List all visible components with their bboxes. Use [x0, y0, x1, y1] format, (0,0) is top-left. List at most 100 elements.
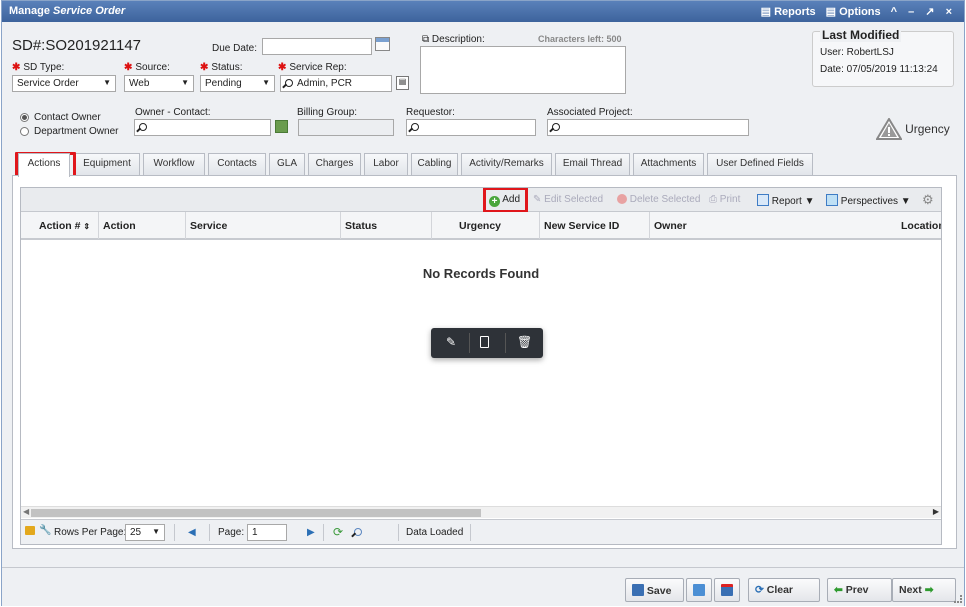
options-menu[interactable]: ▤ Options	[826, 5, 881, 18]
edit-selected-button[interactable]: ✎ Edit Selected	[533, 194, 603, 205]
owner-contact-label: Owner - Contact:	[135, 107, 211, 118]
save-close-icon	[721, 584, 733, 596]
next-button[interactable]: Next ➡	[892, 578, 956, 602]
tab-actions[interactable]: Actions	[18, 153, 70, 177]
status-select[interactable]: Pending ▼	[200, 75, 275, 92]
due-date-input[interactable]	[262, 38, 372, 55]
search-icon	[411, 123, 419, 131]
refresh-icon[interactable]: ⟳	[333, 525, 343, 539]
column-location[interactable]: Location	[901, 220, 941, 232]
print-button[interactable]: ⎙ Print	[709, 194, 740, 205]
source-select[interactable]: Web ▼	[124, 75, 194, 92]
tab-contacts[interactable]: Contacts	[208, 153, 266, 175]
window-controls[interactable]: ^ – ↗ ×	[891, 5, 956, 18]
add-contact-icon[interactable]	[275, 120, 288, 133]
arrow-left-icon: ⬅	[834, 584, 843, 596]
tab-gla[interactable]: GLA	[269, 153, 305, 175]
prev-button[interactable]: ⬅ Prev	[827, 578, 892, 602]
magnifier-icon[interactable]	[354, 527, 366, 538]
copy-icon[interactable]	[480, 336, 489, 348]
tab-charges[interactable]: Charges	[308, 153, 361, 175]
options-icon: ▤	[825, 6, 840, 18]
column-status[interactable]: Status	[345, 220, 377, 232]
search-icon	[285, 79, 293, 87]
column-service[interactable]: Service	[190, 220, 227, 232]
window-title: Manage Service Order	[9, 5, 126, 17]
save-close-button[interactable]	[714, 578, 740, 602]
sd-type-label: ✱ SD Type:	[12, 62, 65, 73]
resize-grip-icon[interactable]	[954, 595, 962, 603]
clipboard-icon[interactable]: ▤	[396, 76, 409, 90]
department-owner-radio[interactable]	[20, 127, 29, 136]
description-textarea[interactable]	[420, 46, 626, 94]
no-records-message: No Records Found	[422, 266, 540, 281]
service-rep-input[interactable]: Admin, PCR	[280, 75, 392, 92]
description-label: ⧉ Description:	[422, 34, 485, 45]
horizontal-scrollbar[interactable]: ◀ ▶	[21, 506, 941, 518]
characters-left: Characters left: 500	[538, 34, 622, 44]
scroll-left-icon: ◀	[23, 507, 30, 516]
report-icon	[757, 194, 769, 206]
tab-workflow[interactable]: Workflow	[143, 153, 205, 175]
title-bar: Manage Service Order ▤ Reports ▤ Options…	[2, 1, 964, 22]
save-icon	[632, 584, 644, 596]
save-add-icon	[693, 584, 705, 596]
wrench-icon[interactable]: 🔧	[39, 525, 51, 536]
report-dropdown[interactable]: Report ▼	[757, 194, 814, 207]
warning-icon	[875, 117, 903, 140]
urgency-indicator: Urgency	[875, 117, 950, 140]
perspectives-dropdown[interactable]: Perspectives ▼	[826, 194, 911, 207]
printer-icon: ⎙	[709, 194, 717, 205]
pencil-icon: ✎	[533, 194, 542, 205]
trash-icon[interactable]: 🗑	[517, 335, 532, 349]
add-highlight-box	[483, 188, 528, 213]
column-action-number[interactable]: Action # ⇕	[39, 220, 90, 232]
tab-email-thread[interactable]: Email Thread	[555, 153, 630, 175]
tab-equipment[interactable]: Equipment	[74, 153, 140, 175]
urgency-label: Urgency	[905, 122, 950, 136]
bottom-toolbar: Save ⟳ Clear ⬅ Prev Next ➡	[2, 567, 964, 606]
column-new-service-id[interactable]: New Service ID	[544, 220, 619, 232]
delete-selected-button[interactable]: Delete Selected	[617, 194, 700, 205]
clear-button[interactable]: ⟳ Clear	[748, 578, 820, 602]
next-page-icon[interactable]: ▶	[307, 527, 315, 538]
page-input[interactable]: 1	[247, 524, 287, 541]
save-button[interactable]: Save	[625, 578, 684, 602]
contact-owner-label: Contact Owner	[34, 112, 101, 123]
previous-page-icon[interactable]: ◀	[188, 527, 196, 538]
column-owner[interactable]: Owner	[654, 220, 687, 232]
delete-icon	[617, 194, 627, 204]
pager-status: Data Loaded	[406, 527, 464, 538]
tab-labor[interactable]: Labor	[364, 153, 408, 175]
save-new-button[interactable]	[686, 578, 712, 602]
scroll-thumb[interactable]	[31, 509, 481, 517]
column-urgency[interactable]: Urgency	[459, 220, 501, 232]
settings-gear-icon[interactable]: ⚙	[922, 192, 934, 208]
sd-number: SD#:SO201921147	[12, 37, 141, 54]
owner-contact-input[interactable]	[134, 119, 271, 136]
tab-user-defined-fields[interactable]: User Defined Fields	[707, 153, 813, 175]
sort-icon: ⇕	[83, 222, 91, 231]
tab-attachments[interactable]: Attachments	[633, 153, 704, 175]
floating-action-menu: ✎ 🗑	[431, 328, 543, 358]
perspectives-icon	[826, 194, 838, 206]
tab-activity-remarks[interactable]: Activity/Remarks	[461, 153, 552, 175]
associated-project-input[interactable]	[547, 119, 749, 136]
requestor-label: Requestor:	[406, 107, 455, 118]
grid-header: Action # ⇕ Action Service Status Urgency…	[21, 212, 941, 240]
column-action[interactable]: Action	[103, 220, 136, 232]
billing-group-label: Billing Group:	[297, 107, 358, 118]
arrow-right-icon: ➡	[924, 584, 934, 596]
requestor-input[interactable]	[406, 119, 536, 136]
associated-project-label: Associated Project:	[547, 107, 633, 118]
lock-icon[interactable]	[25, 525, 35, 536]
contact-owner-radio[interactable]	[20, 113, 29, 122]
tab-cabling[interactable]: Cabling	[411, 153, 458, 175]
sd-type-select[interactable]: Service Order ▼	[12, 75, 116, 92]
rows-per-page-select[interactable]: 25 ▼	[125, 524, 165, 541]
edit-icon[interactable]: ✎	[446, 335, 456, 349]
refresh-icon: ⟳	[755, 584, 764, 596]
popout-icon: ⧉	[422, 34, 432, 45]
calendar-icon[interactable]	[375, 37, 390, 51]
reports-menu[interactable]: ▤ Reports	[761, 5, 816, 18]
